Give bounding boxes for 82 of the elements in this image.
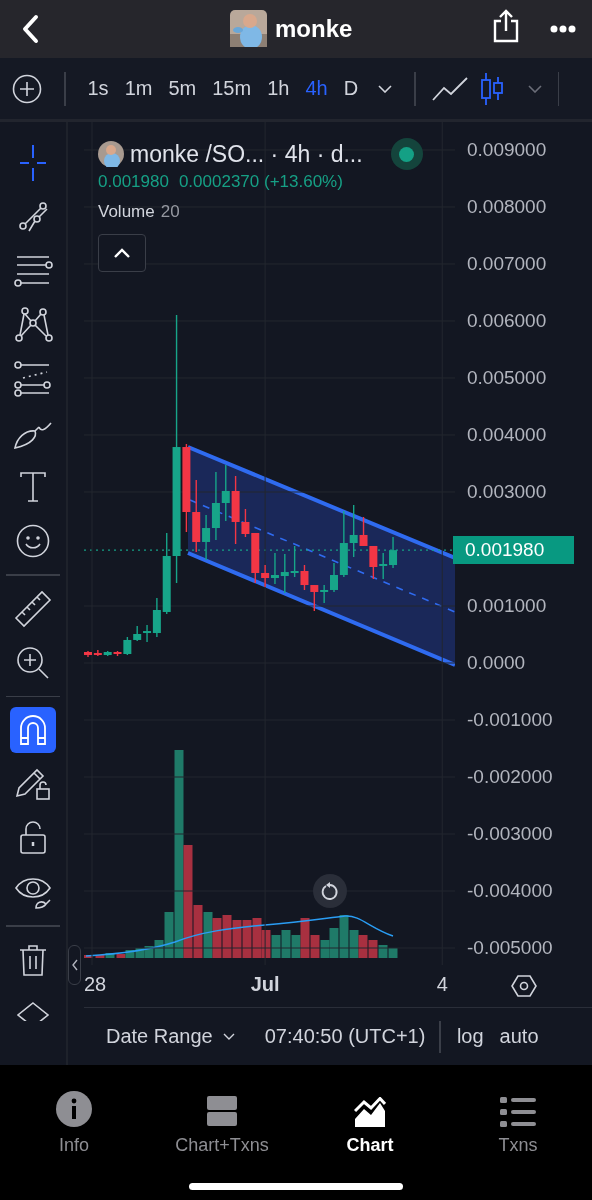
price-axis-label: 0.001000 [467,595,547,617]
magnet-icon [19,714,47,746]
reset-icon [321,881,339,901]
volume-value: 20 [160,202,180,222]
timeframe-tab[interactable]: 1h [259,77,298,100]
window-title: monke [275,14,353,43]
more-icon[interactable] [550,25,576,33]
date-range-dropdown[interactable]: Date Range [106,1025,235,1048]
timeframe-tab[interactable]: 4h [297,77,336,100]
pattern-icon[interactable] [13,307,53,343]
candle [379,552,388,580]
nav-tab[interactable]: Chart [296,1087,444,1157]
time-axis-label: 4 [436,973,448,996]
horizontal-lines-icon[interactable] [13,255,53,287]
price-axis-label: 0.003000 [467,481,547,503]
symbol-label: monke /SO... · 4h · d... [130,140,363,168]
price-axis-label: 0.0000 [467,652,526,674]
chevron-left-icon [71,959,78,971]
smiley-icon[interactable] [16,524,50,558]
chevron-up-icon [113,248,131,258]
timeframe-tab[interactable]: 1s [79,77,117,100]
candle [280,553,289,594]
split-view-icon [206,1095,238,1127]
area-chart-icon [354,1097,386,1127]
price-axis-label: 0.006000 [467,310,547,332]
price-axis-label: 0.009000 [467,139,547,161]
price-axis-label: -0.004000 [467,880,553,902]
trash-icon[interactable] [19,943,47,976]
nav-tab[interactable]: Txns [444,1087,592,1157]
candle [270,552,279,585]
log-scale-button[interactable]: log [448,1025,492,1048]
price-axis-label: -0.002000 [467,766,553,788]
price-axis-label: -0.005000 [467,937,553,959]
layers-icon[interactable] [16,1000,50,1021]
price-axis-label: 0.004000 [467,424,547,446]
candle [389,536,398,569]
nav-tab[interactable]: Chart+Txns [148,1087,296,1157]
pencil-lock-icon[interactable] [15,766,51,802]
trend-line-icon[interactable] [17,201,49,233]
reset-button[interactable] [313,874,347,908]
candle [369,545,378,580]
timeframe-tab[interactable]: 1m [116,77,161,100]
share-icon[interactable] [492,9,520,43]
candle [290,545,299,578]
nav-tab[interactable]: Info [0,1087,148,1157]
candle [300,564,309,591]
current-price-tag: 0.001980 [453,536,574,565]
collapse-toggle[interactable] [68,945,81,985]
timeframe-tab[interactable]: D [335,77,367,100]
price-axis-label: 0.008000 [467,196,547,218]
candle [310,584,319,612]
settings-icon[interactable] [511,974,537,998]
candlestick-icon[interactable] [479,71,504,106]
line-chart-icon[interactable] [431,75,468,102]
price-value: 0.001980 [98,172,169,192]
chevron-down-icon [222,1033,235,1040]
ruler-icon[interactable] [14,589,52,628]
candle [221,464,230,522]
fib-lines-icon[interactable] [13,361,53,397]
auto-scale-button[interactable]: auto [491,1025,547,1048]
price-axis-label: 0.007000 [467,253,547,275]
volume-label: Volume [98,202,155,222]
candle [133,625,142,642]
price-axis-label: -0.001000 [467,709,553,731]
timeframe-tab[interactable]: 5m [160,77,205,100]
price-change: 0.0002370 (+13.60%) [178,172,343,192]
price-axis-label: 0.005000 [467,367,547,389]
magnet-button[interactable] [10,707,56,753]
time-axis-label: 28 [84,973,107,996]
add-icon[interactable] [12,73,42,104]
time-axis-label: Jul [250,973,280,996]
back-icon[interactable] [21,14,39,44]
clock-time: 07:40:50 (UTC+1) [264,1025,426,1048]
collapse-button[interactable] [98,234,146,272]
info-icon [56,1091,92,1127]
list-icon [500,1097,536,1127]
timeframe-tab[interactable]: 15m [204,77,260,100]
price-axis-label: -0.003000 [467,823,553,845]
zoom-in-icon[interactable] [16,645,50,680]
unlock-icon[interactable] [19,821,47,855]
text-tool-icon[interactable] [19,471,47,503]
crosshair-icon[interactable] [20,145,46,181]
